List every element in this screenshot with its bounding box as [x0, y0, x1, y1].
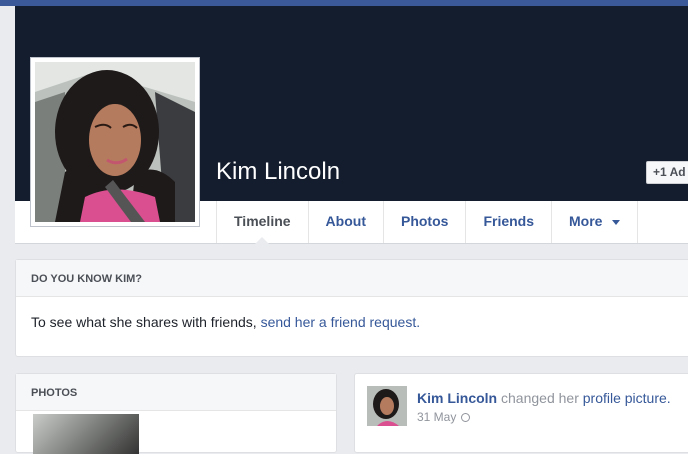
globe-icon[interactable] — [461, 413, 471, 422]
photos-card: PHOTOS — [15, 373, 337, 454]
tab-photos[interactable]: Photos — [382, 201, 465, 243]
post-verb: changed her — [497, 390, 583, 406]
add-friend-button[interactable]: +1 Ad — [646, 161, 688, 184]
tab-more[interactable]: More — [551, 201, 639, 243]
send-friend-request-link[interactable]: send her a friend request. — [261, 314, 421, 330]
tab-timeline[interactable]: Timeline — [216, 201, 308, 244]
post-actor-link[interactable]: Kim Lincoln — [417, 390, 497, 406]
profile-photo-image — [35, 62, 195, 222]
tab-more-label: More — [569, 213, 603, 229]
profile-name[interactable]: Kim Lincoln — [216, 158, 340, 186]
photo-thumbnail[interactable] — [33, 414, 139, 454]
photos-heading[interactable]: PHOTOS — [16, 374, 336, 411]
profile-picture-link[interactable]: profile picture. — [583, 390, 671, 406]
do-you-know-heading: DO YOU KNOW KIM? — [16, 260, 688, 297]
profile-picture-frame[interactable] — [30, 57, 200, 227]
add-friend-icon: +1 — [653, 165, 667, 179]
tab-about[interactable]: About — [307, 201, 383, 243]
add-friend-label: Ad — [669, 165, 686, 179]
post-meta: 31 May — [417, 410, 471, 424]
post-date[interactable]: 31 May — [417, 410, 456, 424]
tab-friends[interactable]: Friends — [465, 201, 551, 243]
left-margin — [0, 6, 15, 429]
chevron-down-icon — [612, 219, 621, 225]
do-you-know-body: To see what she shares with friends, sen… — [16, 297, 688, 330]
do-you-know-card: DO YOU KNOW KIM? To see what she shares … — [15, 259, 688, 357]
profile-picture[interactable] — [35, 62, 195, 222]
post-avatar[interactable] — [367, 386, 407, 426]
post-headline: Kim Lincoln changed her profile picture. — [417, 390, 671, 406]
avatar-image — [367, 386, 407, 426]
do-you-know-text: To see what she shares with friends, — [31, 314, 261, 330]
timeline-post: Kim Lincoln changed her profile picture.… — [354, 373, 688, 453]
